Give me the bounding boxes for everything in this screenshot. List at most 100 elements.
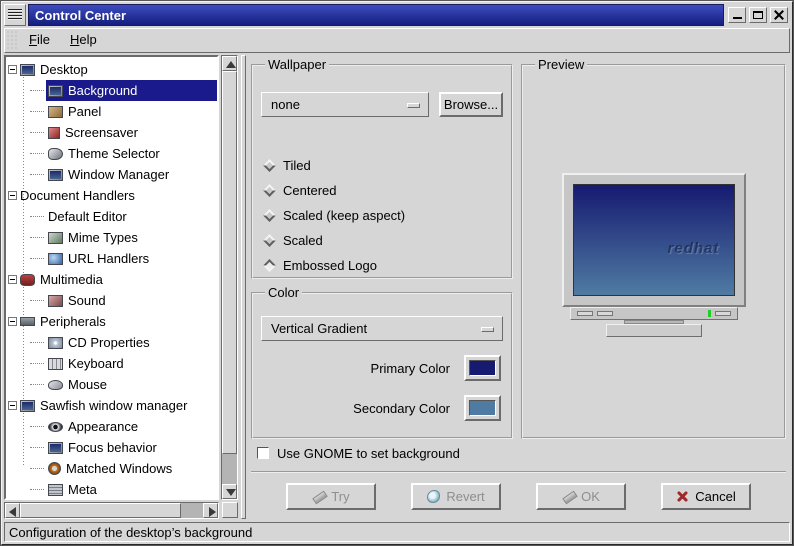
meta-icon: [48, 483, 63, 496]
tree-item-sound[interactable]: Sound: [6, 290, 217, 311]
horizontal-scrollbar-thumb[interactable]: [20, 503, 181, 518]
matched-windows-icon: [48, 462, 61, 475]
mouse-icon: [48, 379, 63, 390]
vertical-scrollbar-thumb[interactable]: [222, 71, 237, 454]
cancel-button[interactable]: Cancel: [661, 482, 751, 510]
close-button[interactable]: [770, 7, 788, 23]
menu-file-rest: ile: [36, 32, 50, 47]
url-handlers-icon: [48, 252, 63, 265]
preview-body: redhat: [531, 78, 776, 431]
tree-item-panel[interactable]: Panel: [6, 101, 217, 122]
revert-button[interactable]: Revert: [411, 482, 501, 510]
tree-item-background[interactable]: Background: [6, 80, 217, 101]
tree-item-appearance[interactable]: Appearance: [6, 416, 217, 437]
sawfish-icon: [20, 399, 35, 412]
color-legend: Color: [268, 285, 300, 300]
expander-minus-icon[interactable]: [7, 401, 17, 410]
maximize-button[interactable]: [749, 7, 767, 23]
tree-item-focus-behavior[interactable]: Focus behavior: [6, 437, 217, 458]
tree-item-url-handlers[interactable]: URL Handlers: [6, 248, 217, 269]
up-arrow-icon: [226, 61, 236, 68]
tree-item-cd-properties[interactable]: CD Properties: [6, 332, 217, 353]
tree-guide-line: [30, 237, 44, 238]
gradient-type-select[interactable]: Vertical Gradient: [261, 316, 503, 341]
scroll-up-button[interactable]: [222, 56, 237, 71]
tree-guide-line: [30, 384, 44, 385]
statusbar-text: Configuration of the desktop’s backgroun…: [9, 524, 253, 540]
splat-icon: [427, 489, 441, 503]
maximize-icon: [753, 11, 763, 19]
radio-centered[interactable]: Centered: [263, 178, 503, 203]
tree-guide-line: [30, 300, 44, 301]
tree-item-default-editor[interactable]: Default Editor: [6, 206, 217, 227]
scroll-left-button[interactable]: [5, 503, 20, 518]
tree-item-peripherals[interactable]: Peripherals: [6, 311, 217, 332]
preview-keyboard: [605, 323, 702, 337]
tree-item-mime-types[interactable]: Mime Types: [6, 227, 217, 248]
expander-minus-icon[interactable]: [7, 275, 17, 284]
tree-item-label: Focus behavior: [68, 440, 157, 455]
primary-color-button[interactable]: [464, 355, 501, 381]
option-menu-indicator-icon: [407, 103, 420, 108]
cross-icon: [676, 490, 689, 503]
tree-guide-line: [30, 258, 44, 259]
tree-vertical-scrollbar[interactable]: [221, 55, 238, 500]
menu-file[interactable]: File: [19, 29, 60, 52]
radio-diamond-icon: [263, 234, 276, 247]
radio-label: Scaled: [283, 233, 323, 248]
menu-help[interactable]: Help: [60, 29, 107, 52]
radio-diamond-icon: [263, 184, 276, 197]
tree-item-label: Sound: [68, 293, 106, 308]
minimize-button[interactable]: [728, 7, 746, 23]
tree-item-label: Matched Windows: [66, 461, 173, 476]
color-frame: Color Vertical Gradient Primary Color Se…: [251, 285, 513, 439]
use-gnome-checkbox-row[interactable]: Use GNOME to set background: [251, 441, 786, 465]
ok-button[interactable]: OK: [536, 482, 626, 510]
tree-item-label: URL Handlers: [68, 251, 150, 266]
pane-divider[interactable]: [241, 55, 246, 519]
wallpaper-file-select[interactable]: none: [261, 92, 429, 117]
titlebar[interactable]: Control Center: [28, 4, 724, 26]
radio-embossed-logo[interactable]: Embossed Logo: [263, 253, 503, 278]
scroll-down-button[interactable]: [222, 484, 237, 499]
tree-horizontal-scrollbar[interactable]: [4, 502, 219, 519]
tree-guide-line: [30, 426, 44, 427]
window-menu-icon[interactable]: [4, 4, 26, 26]
tree-item-screensaver[interactable]: Screensaver: [6, 122, 217, 143]
tree-item-desktop[interactable]: Desktop: [6, 59, 217, 80]
tree-item-sawfish-window-manager[interactable]: Sawfish window manager: [6, 395, 217, 416]
try-button[interactable]: Try: [286, 482, 376, 510]
menubar-drag-handle-icon[interactable]: [6, 30, 17, 51]
tree-item-multimedia[interactable]: Multimedia: [6, 269, 217, 290]
expander-minus-icon[interactable]: [7, 191, 17, 200]
radio-tiled[interactable]: Tiled: [263, 153, 503, 178]
radio-scaled-keep-aspect[interactable]: Scaled (keep aspect): [263, 203, 503, 228]
browse-button[interactable]: Browse...: [439, 92, 503, 117]
tree-item-meta[interactable]: Meta: [6, 479, 217, 498]
use-gnome-checkbox[interactable]: [257, 447, 269, 459]
tree-item-window-manager[interactable]: Window Manager: [6, 164, 217, 185]
cancel-button-label: Cancel: [695, 488, 736, 504]
tree-guide-line: [30, 363, 44, 364]
tree-item-matched-windows[interactable]: Matched Windows: [6, 458, 217, 479]
tree-item-mouse[interactable]: Mouse: [6, 374, 217, 395]
expander-minus-icon[interactable]: [7, 317, 17, 326]
statusbar: Configuration of the desktop’s backgroun…: [4, 522, 790, 542]
scroll-right-button[interactable]: [203, 503, 218, 518]
secondary-color-button[interactable]: [464, 395, 501, 421]
tree-item-label: Window Manager: [68, 167, 170, 182]
tree-item-theme-selector[interactable]: Theme Selector: [6, 143, 217, 164]
preview-monitor: redhat: [561, 172, 746, 307]
expander-minus-icon[interactable]: [7, 65, 17, 74]
tree-guide-line: [30, 111, 44, 112]
mime-types-icon: [48, 231, 63, 244]
use-gnome-checkbox-label: Use GNOME to set background: [277, 445, 460, 461]
tree-item-label: Screensaver: [65, 125, 138, 140]
preview-legend: Preview: [538, 57, 585, 72]
browse-button-label: Browse...: [443, 97, 499, 112]
tree-item-document-handlers[interactable]: Document Handlers: [6, 185, 217, 206]
pane-resize-grip[interactable]: [222, 502, 238, 518]
radio-scaled[interactable]: Scaled: [263, 228, 503, 253]
tree-item-keyboard[interactable]: Keyboard: [6, 353, 217, 374]
wallpaper-file-value: none: [271, 97, 300, 112]
